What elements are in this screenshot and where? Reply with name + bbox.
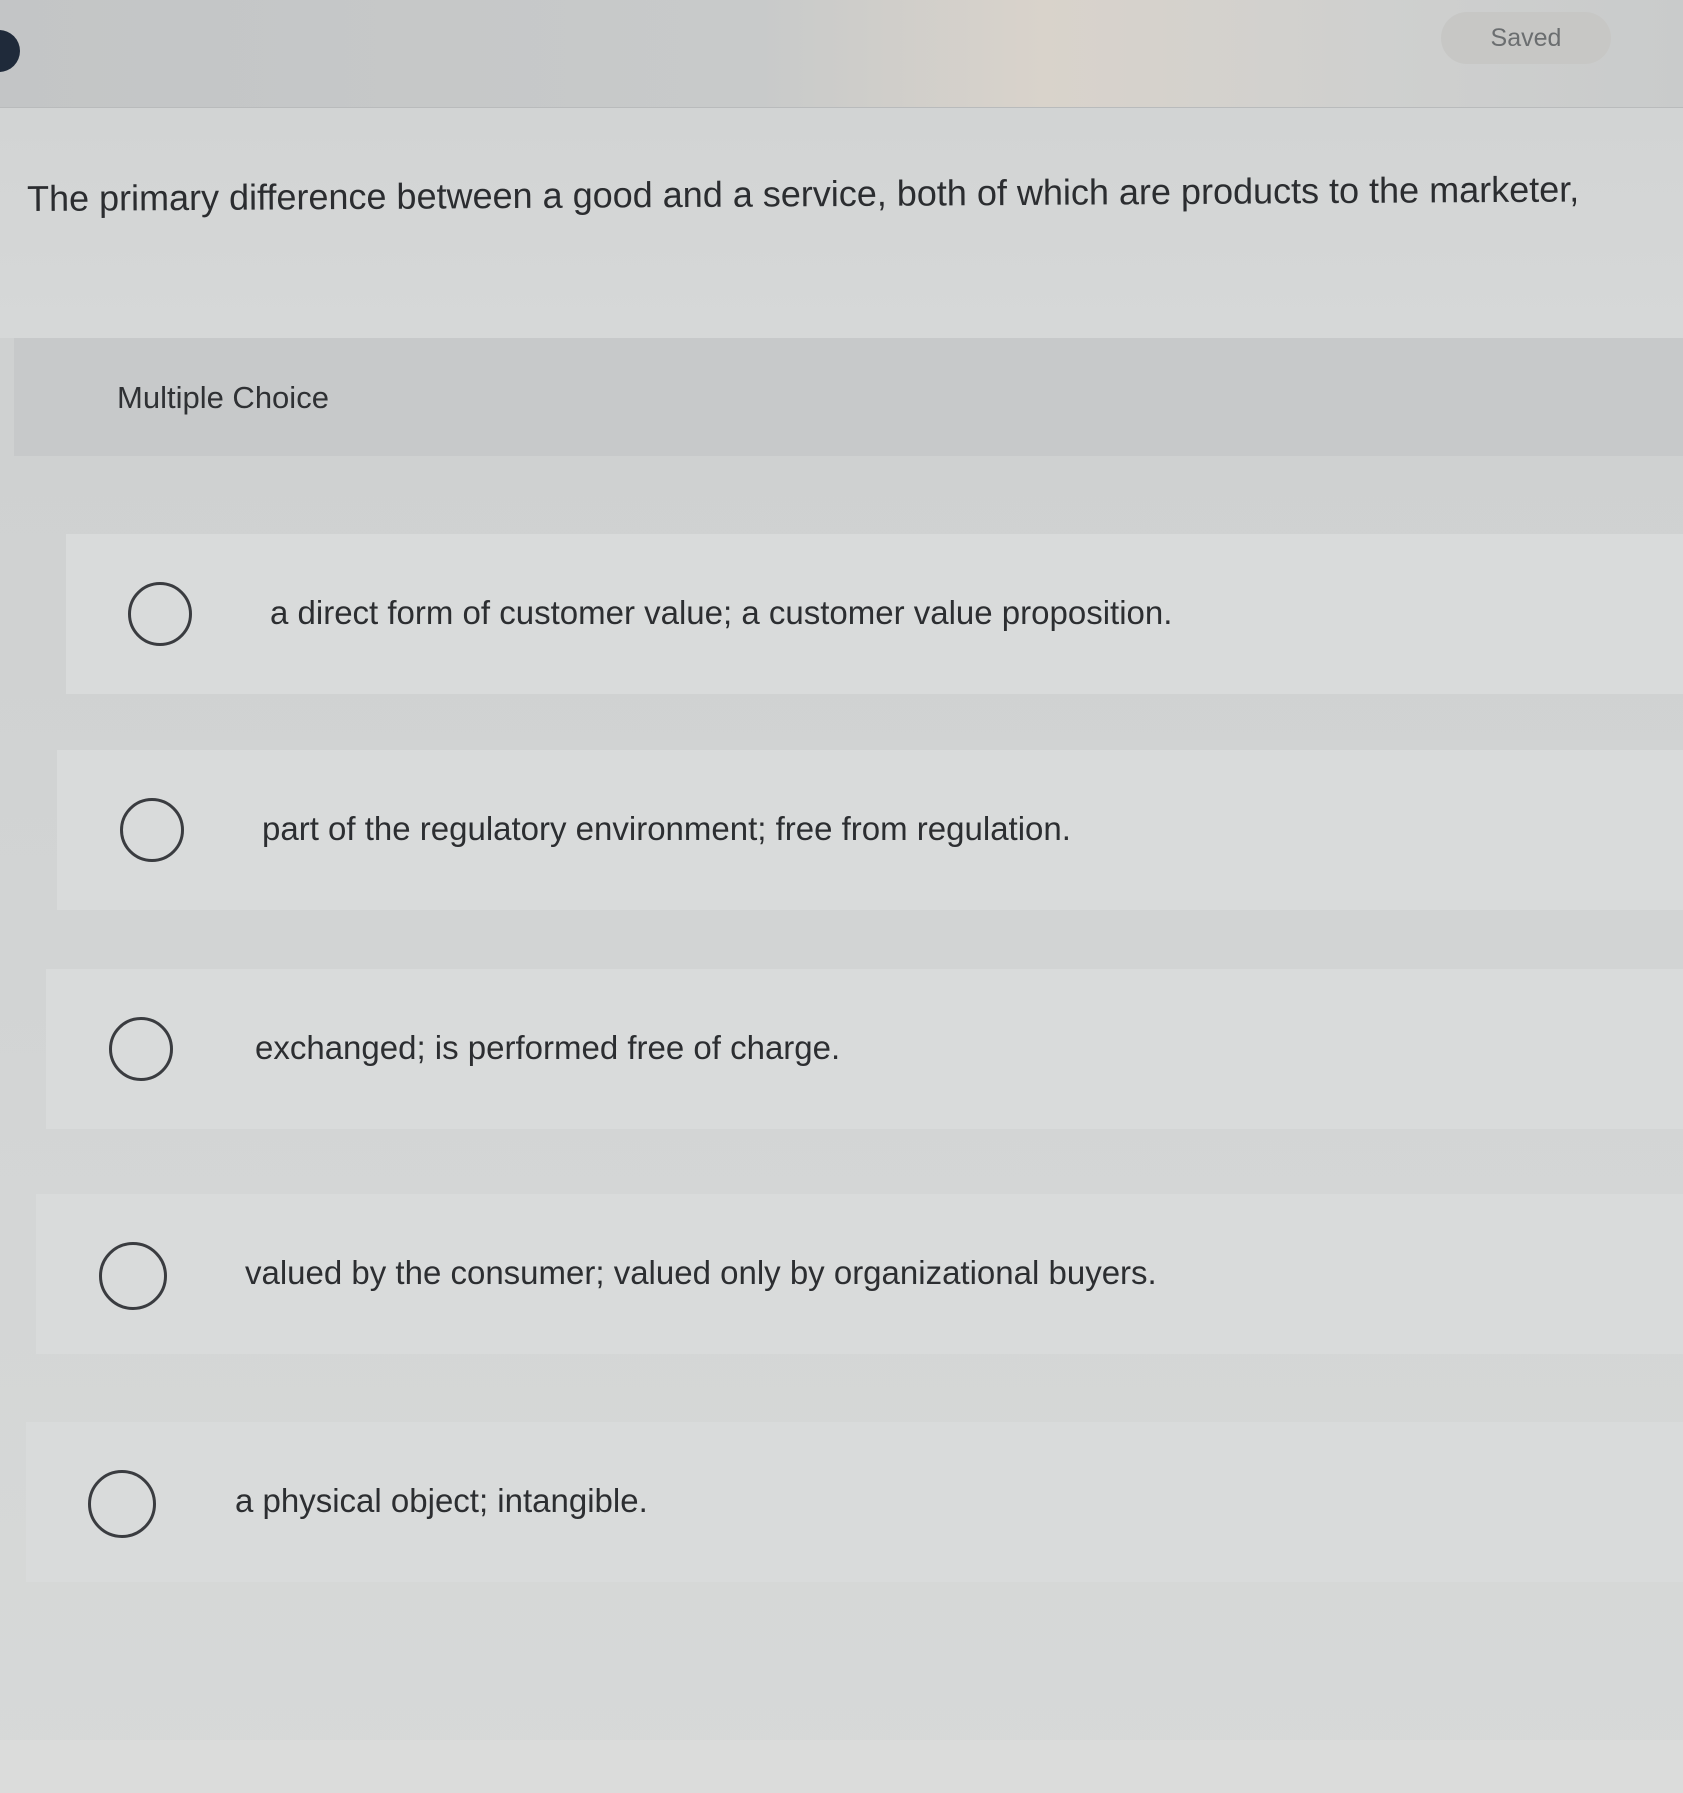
progress-indicator xyxy=(0,30,20,72)
answer-option-3[interactable]: exchanged; is performed free of charge. xyxy=(46,969,1683,1129)
top-bar: Saved xyxy=(0,0,1683,108)
answer-option-label: a direct form of customer value; a custo… xyxy=(270,594,1173,631)
radio-button-5[interactable] xyxy=(88,1470,156,1538)
answer-option-2[interactable]: part of the regulatory environment; free… xyxy=(57,750,1683,910)
saved-status-label: Saved xyxy=(1490,23,1562,52)
answer-option-label: exchanged; is performed free of charge. xyxy=(255,1029,841,1066)
bottom-strip xyxy=(0,1740,1683,1793)
multiple-choice-header: Multiple Choice xyxy=(14,338,1683,456)
question-prompt: The primary difference between a good an… xyxy=(26,168,1580,219)
answer-option-label: valued by the consumer; valued only by o… xyxy=(245,1254,1157,1291)
answer-option-label: a physical object; intangible. xyxy=(235,1482,648,1519)
question-area: The primary difference between a good an… xyxy=(0,108,1683,338)
radio-button-2[interactable] xyxy=(120,798,184,862)
answer-option-1[interactable]: a direct form of customer value; a custo… xyxy=(66,534,1683,694)
radio-button-1[interactable] xyxy=(128,582,192,646)
answer-option-5[interactable]: a physical object; intangible. xyxy=(26,1422,1683,1582)
saved-status-badge: Saved xyxy=(1441,12,1611,64)
multiple-choice-label: Multiple Choice xyxy=(117,380,329,415)
answer-option-4[interactable]: valued by the consumer; valued only by o… xyxy=(36,1194,1683,1354)
radio-button-4[interactable] xyxy=(99,1242,167,1310)
answer-options-list: a direct form of customer value; a custo… xyxy=(0,456,1683,1793)
radio-button-3[interactable] xyxy=(109,1017,173,1081)
answer-option-label: part of the regulatory environment; free… xyxy=(262,810,1071,847)
